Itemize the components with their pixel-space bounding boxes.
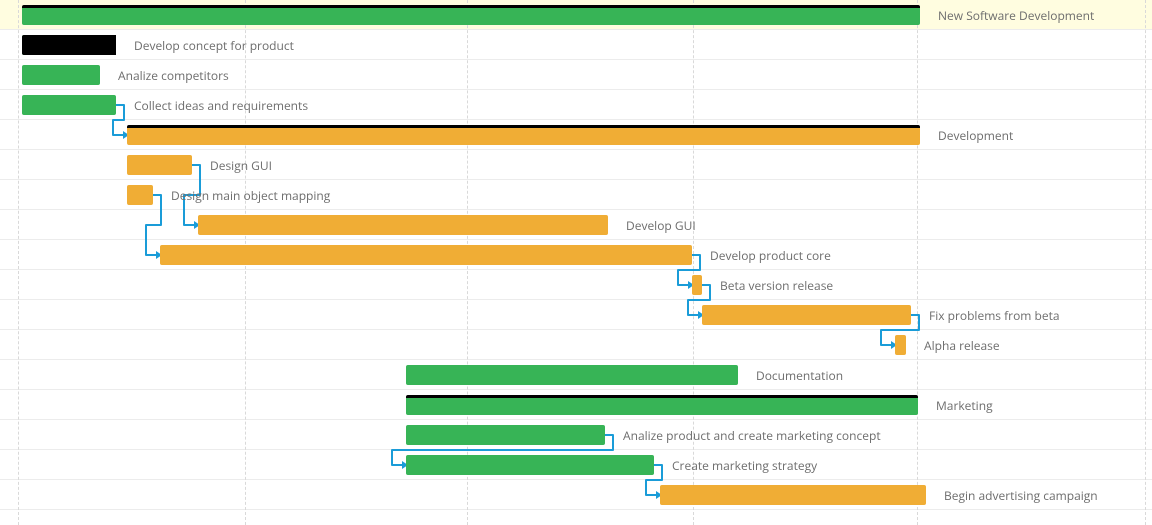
gridline: [1145, 0, 1146, 525]
gantt-bar-label: Marketing: [936, 398, 993, 413]
gantt-bar[interactable]: [692, 275, 702, 295]
gantt-chart[interactable]: New Software Development Develop concept …: [0, 0, 1152, 525]
gantt-row: [0, 270, 1152, 300]
gantt-bar[interactable]: [22, 35, 116, 55]
gantt-bar-label: Develop GUI: [626, 218, 696, 233]
gantt-bar[interactable]: [702, 305, 911, 325]
gantt-bar[interactable]: [406, 395, 918, 415]
gantt-bar[interactable]: [660, 485, 926, 505]
gantt-bar[interactable]: [160, 245, 692, 265]
gridline: [18, 0, 19, 525]
gantt-bar[interactable]: [895, 335, 906, 355]
gantt-bar-label: Documentation: [756, 368, 843, 383]
gantt-bar[interactable]: [406, 365, 738, 385]
gantt-bar-label: New Software Development: [938, 8, 1094, 23]
gantt-bar-label: Analize competitors: [118, 68, 229, 83]
gantt-bar-label: Begin advertising campaign: [944, 488, 1098, 503]
gantt-bar-label: Beta version release: [720, 278, 833, 293]
gantt-bar-progress: [22, 35, 116, 55]
gantt-bar-label: Design main object mapping: [171, 188, 330, 203]
gantt-bar[interactable]: [22, 65, 100, 85]
gantt-bar-label: Alpha release: [924, 338, 1000, 353]
gantt-bar-label: Fix problems from beta: [929, 308, 1060, 323]
gantt-bar-label: Collect ideas and requirements: [134, 98, 308, 113]
gantt-bar-label: Analize product and create marketing con…: [623, 428, 881, 443]
gantt-bar-label: Development: [938, 128, 1013, 143]
gantt-bar-label: Design GUI: [210, 158, 272, 173]
gantt-bar[interactable]: [127, 125, 920, 145]
gridline: [693, 0, 694, 525]
gantt-bar[interactable]: [406, 425, 605, 445]
gantt-bar[interactable]: [406, 455, 654, 475]
gantt-bar-label: Create marketing strategy: [672, 458, 817, 473]
gantt-bar[interactable]: [22, 95, 116, 115]
gantt-bar[interactable]: [198, 215, 608, 235]
gantt-bar[interactable]: [127, 155, 192, 175]
gantt-bar-label: Develop product core: [710, 248, 831, 263]
gantt-bar-label: Develop concept for product: [134, 38, 294, 53]
gridline: [917, 0, 918, 525]
gantt-bar[interactable]: [22, 5, 920, 25]
gantt-bar[interactable]: [127, 185, 153, 205]
